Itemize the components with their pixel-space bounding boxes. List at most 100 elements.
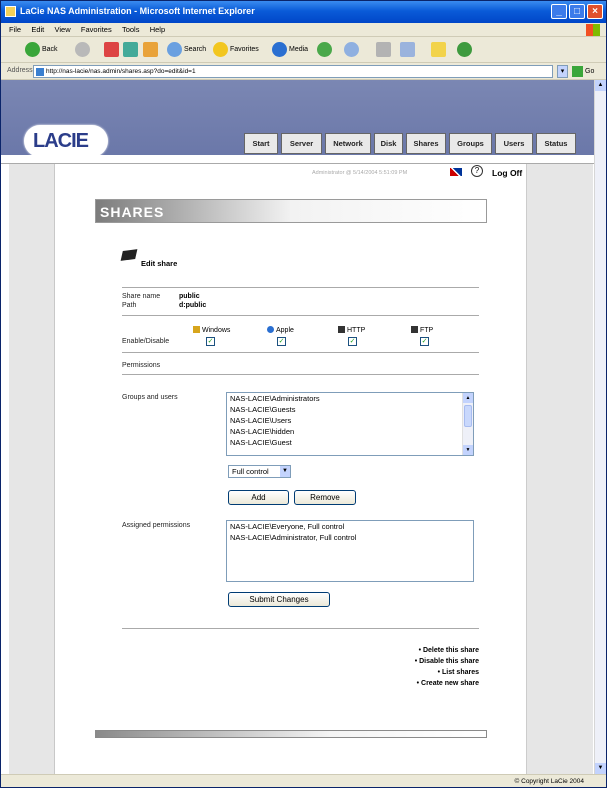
add-button[interactable]: Add — [228, 490, 289, 505]
list-item[interactable]: NAS-LACIE\Everyone, Full control — [227, 521, 473, 532]
tab-underline — [1, 155, 594, 164]
menu-tools[interactable]: Tools — [122, 23, 140, 37]
tab-start[interactable]: Start — [244, 133, 278, 154]
ftp-service-label: FTP — [411, 326, 433, 334]
section-title: Edit share — [141, 259, 178, 268]
help-icon[interactable]: ? — [471, 165, 483, 177]
delete-share-link[interactable]: • Delete this share — [419, 647, 479, 654]
page-content: LACIE Start Server Network Disk Shares G… — [1, 80, 594, 774]
favorites-button[interactable]: Favorites — [213, 41, 259, 59]
path-value: d:public — [179, 302, 207, 309]
ftp-checkbox[interactable]: ✓ — [420, 337, 429, 346]
share-name-value: public — [179, 293, 200, 300]
star-icon — [213, 41, 228, 57]
permissions-label: Permissions — [122, 362, 161, 369]
scroll-thumb[interactable] — [464, 405, 472, 427]
search-button[interactable]: Search — [167, 41, 206, 59]
title-bar: LaCie NAS Administration - Microsoft Int… — [1, 1, 606, 23]
access-level-select[interactable]: Full control ▼ — [228, 465, 291, 478]
list-item[interactable]: NAS-LACIE\Guests — [227, 404, 473, 415]
list-item[interactable]: NAS-LACIE\hidden — [227, 426, 473, 437]
messenger-button[interactable] — [457, 41, 474, 59]
refresh-button[interactable] — [123, 41, 140, 59]
stop-icon — [104, 41, 119, 57]
assigned-permissions-listbox[interactable]: NAS-LACIE\Everyone, Full control NAS-LAC… — [226, 520, 474, 582]
http-icon — [338, 326, 345, 333]
address-bar: Address http://nas-lacie/nas.admin/share… — [1, 63, 606, 80]
uk-flag-icon[interactable] — [450, 168, 462, 176]
list-item[interactable]: NAS-LACIE\Users — [227, 415, 473, 426]
session-info: Administrator @ 5/14/2004 5:51:09 PM — [312, 170, 408, 176]
address-url: http://nas-lacie/nas.admin/shares.asp?do… — [46, 68, 196, 75]
scroll-up-icon[interactable]: ▲ — [595, 80, 606, 91]
list-item[interactable]: NAS-LACIE\Guest — [227, 437, 473, 448]
left-margin — [9, 164, 55, 774]
list-item[interactable]: NAS-LACIE\Administrator, Full control — [227, 532, 473, 543]
edit-page-icon — [400, 41, 415, 57]
tab-shares[interactable]: Shares — [406, 133, 446, 154]
stop-button[interactable] — [104, 41, 121, 59]
divider — [122, 315, 479, 316]
media-button[interactable]: Media — [272, 41, 308, 59]
remove-button[interactable]: Remove — [294, 490, 356, 505]
page-scrollbar[interactable]: ▲ ▼ — [594, 80, 606, 774]
print-button[interactable] — [376, 41, 393, 59]
list-item[interactable]: NAS-LACIE\Administrators — [227, 393, 473, 404]
mail-button[interactable] — [344, 41, 361, 59]
share-name-label: Share name — [122, 293, 161, 300]
history-button[interactable] — [317, 41, 334, 59]
tab-disk[interactable]: Disk — [374, 133, 403, 154]
back-button[interactable]: Back — [25, 41, 58, 59]
address-label: Address — [7, 67, 33, 74]
close-icon[interactable]: × — [587, 4, 603, 19]
divider — [122, 628, 479, 629]
media-icon — [272, 41, 287, 57]
menu-help[interactable]: Help — [150, 23, 165, 37]
tab-status[interactable]: Status — [536, 133, 576, 154]
windows-service-label: Windows — [193, 326, 230, 334]
http-service-label: HTTP — [338, 326, 365, 334]
forward-button[interactable] — [75, 41, 92, 59]
menu-favorites[interactable]: Favorites — [81, 23, 112, 37]
path-label: Path — [122, 302, 137, 309]
go-button[interactable]: Go — [572, 65, 602, 78]
apple-checkbox[interactable]: ✓ — [277, 337, 286, 346]
groups-users-listbox[interactable]: NAS-LACIE\Administrators NAS-LACIE\Guest… — [226, 392, 474, 456]
history-icon — [317, 41, 332, 57]
create-share-link[interactable]: • Create new share — [417, 680, 479, 687]
tab-users[interactable]: Users — [495, 133, 533, 154]
refresh-icon — [123, 41, 138, 57]
scroll-down-icon[interactable]: ▼ — [463, 445, 473, 455]
http-checkbox[interactable]: ✓ — [348, 337, 357, 346]
status-bar: © Copyright LaCie 2004 — [1, 774, 606, 787]
disable-share-link[interactable]: • Disable this share — [415, 658, 479, 665]
home-button[interactable] — [143, 41, 160, 59]
go-arrow-icon — [572, 65, 583, 77]
scroll-down-icon[interactable]: ▼ — [595, 763, 606, 774]
windows-checkbox[interactable]: ✓ — [206, 337, 215, 346]
right-margin — [527, 164, 593, 774]
folder-icon — [431, 41, 446, 57]
menu-file[interactable]: File — [9, 23, 21, 37]
logoff-link[interactable]: Log Off — [492, 168, 522, 178]
edit-page-button[interactable] — [400, 41, 417, 59]
submit-changes-button[interactable]: Submit Changes — [228, 592, 330, 607]
listbox-scrollbar[interactable]: ▲ ▼ — [462, 393, 473, 455]
divider — [122, 287, 479, 288]
apple-icon — [267, 326, 274, 333]
maximize-icon[interactable]: □ — [569, 4, 585, 19]
back-arrow-icon — [25, 41, 40, 57]
menu-edit[interactable]: Edit — [31, 23, 44, 37]
browser-toolbar: Back Search Favorites Media — [1, 37, 606, 63]
tab-network[interactable]: Network — [325, 133, 371, 154]
scroll-up-icon[interactable]: ▲ — [463, 393, 473, 403]
discuss-button[interactable] — [431, 41, 448, 59]
list-shares-link[interactable]: • List shares — [438, 669, 479, 676]
address-input[interactable]: http://nas-lacie/nas.admin/shares.asp?do… — [33, 65, 553, 78]
tab-server[interactable]: Server — [281, 133, 322, 154]
mail-icon — [344, 41, 359, 57]
menu-view[interactable]: View — [55, 23, 71, 37]
tab-groups[interactable]: Groups — [449, 133, 492, 154]
address-dropdown-icon[interactable]: ▾ — [557, 65, 568, 78]
minimize-icon[interactable]: _ — [551, 4, 567, 19]
